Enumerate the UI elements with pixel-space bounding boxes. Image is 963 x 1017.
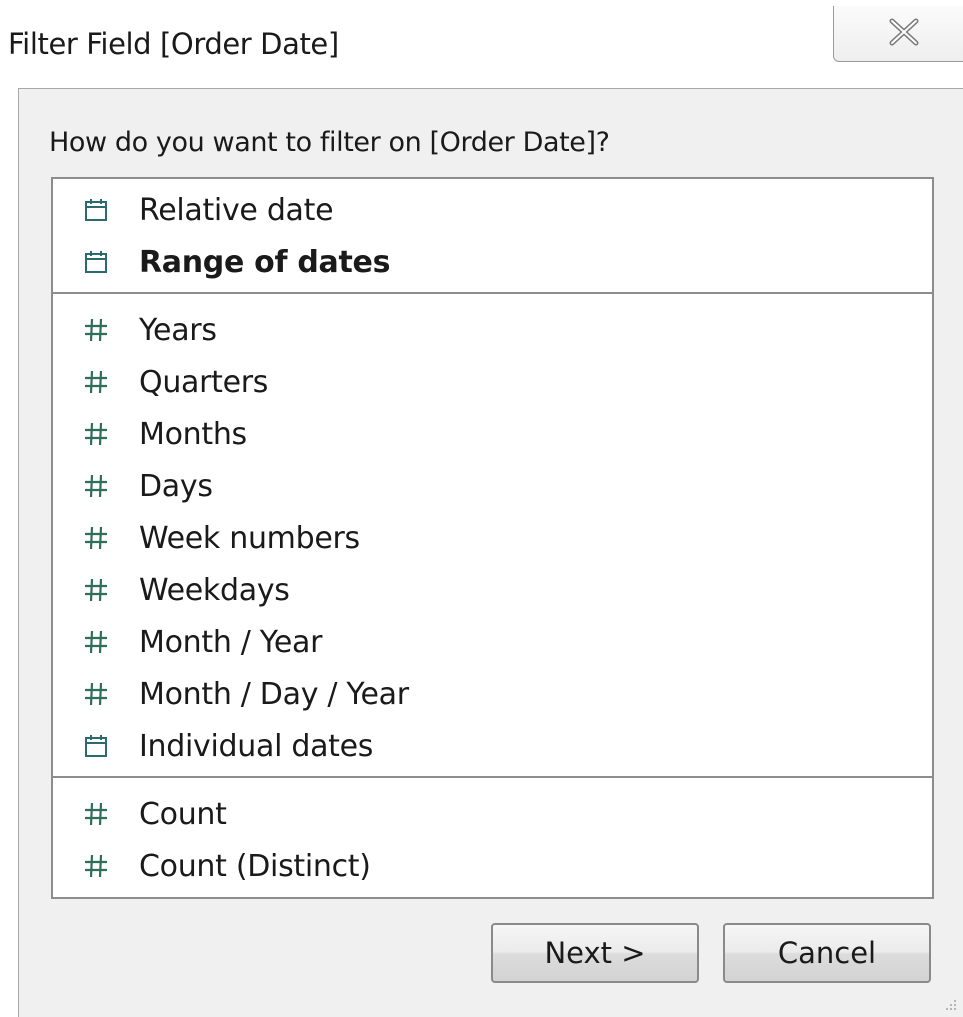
hash-icon bbox=[81, 523, 111, 553]
list-item-relative-date[interactable]: Relative date bbox=[53, 184, 932, 236]
list-item-label: Days bbox=[139, 469, 213, 504]
next-button[interactable]: Next > bbox=[491, 923, 699, 983]
list-item-label: Years bbox=[139, 313, 217, 348]
list-item-week-numbers[interactable]: Week numbers bbox=[53, 512, 932, 564]
list-item-weekdays[interactable]: Weekdays bbox=[53, 564, 932, 616]
hash-icon bbox=[81, 627, 111, 657]
hash-icon bbox=[81, 575, 111, 605]
list-item-label: Quarters bbox=[139, 365, 269, 400]
list-item-count-distinct[interactable]: Count (Distinct) bbox=[53, 840, 932, 892]
hash-icon bbox=[81, 851, 111, 881]
cancel-button[interactable]: Cancel bbox=[723, 923, 931, 983]
hash-icon bbox=[81, 471, 111, 501]
list-item-count[interactable]: Count bbox=[53, 788, 932, 840]
list-item-label: Count (Distinct) bbox=[139, 849, 371, 884]
close-button[interactable] bbox=[833, 6, 963, 62]
filter-type-list[interactable]: Relative date Range of dates Years Quarters… bbox=[51, 177, 934, 899]
list-separator bbox=[53, 292, 932, 294]
title-bar[interactable]: Filter Field [Order Date] bbox=[0, 0, 963, 88]
dialog-title: Filter Field [Order Date] bbox=[8, 27, 339, 61]
filter-field-dialog: Filter Field [Order Date] How do you wan… bbox=[0, 0, 963, 1017]
hash-icon bbox=[81, 799, 111, 829]
list-item-label: Month / Day / Year bbox=[139, 677, 409, 712]
hash-icon bbox=[81, 315, 111, 345]
calendar-icon bbox=[81, 731, 111, 761]
filter-prompt: How do you want to filter on [Order Date… bbox=[49, 127, 610, 158]
list-item-label: Weekdays bbox=[139, 573, 290, 608]
list-item-quarters[interactable]: Quarters bbox=[53, 356, 932, 408]
resize-grip-icon[interactable] bbox=[943, 997, 957, 1011]
list-item-label: Months bbox=[139, 417, 247, 452]
list-item-label: Week numbers bbox=[139, 521, 360, 556]
hash-icon bbox=[81, 679, 111, 709]
close-icon bbox=[889, 18, 919, 46]
list-separator bbox=[53, 776, 932, 778]
hash-icon bbox=[81, 419, 111, 449]
calendar-icon bbox=[81, 247, 111, 277]
list-item-label: Individual dates bbox=[139, 729, 374, 764]
dialog-body: How do you want to filter on [Order Date… bbox=[18, 88, 963, 1017]
list-item-individual-dates[interactable]: Individual dates bbox=[53, 720, 932, 772]
list-item-years[interactable]: Years bbox=[53, 304, 932, 356]
list-item-months[interactable]: Months bbox=[53, 408, 932, 460]
list-item-label: Relative date bbox=[139, 193, 334, 228]
list-item-range-of-dates[interactable]: Range of dates bbox=[53, 236, 932, 288]
calendar-icon bbox=[81, 195, 111, 225]
list-item-month-year[interactable]: Month / Year bbox=[53, 616, 932, 668]
list-item-label: Count bbox=[139, 797, 227, 832]
list-item-label: Month / Year bbox=[139, 625, 323, 660]
list-item-month-day-year[interactable]: Month / Day / Year bbox=[53, 668, 932, 720]
list-item-label: Range of dates bbox=[139, 245, 391, 280]
list-item-days[interactable]: Days bbox=[53, 460, 932, 512]
hash-icon bbox=[81, 367, 111, 397]
